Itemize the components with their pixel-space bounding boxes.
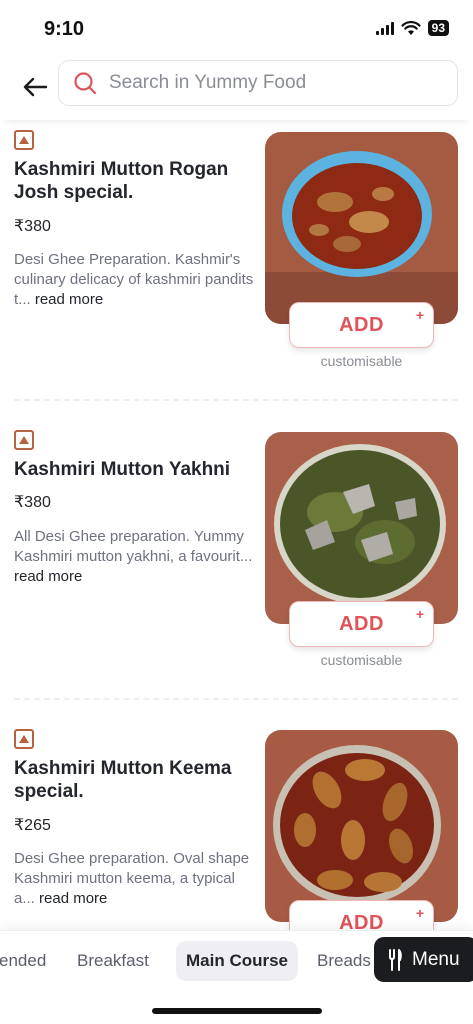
add-label: ADD xyxy=(339,911,384,931)
home-indicator xyxy=(152,1008,322,1014)
wifi-icon xyxy=(401,20,421,35)
search-icon xyxy=(74,72,97,95)
description-text: All Desi Ghee preparation. Yummy Kashmir… xyxy=(14,528,253,565)
item-description: Desi Ghee Preparation. Kashmir's culinar… xyxy=(14,250,254,310)
status-icons: 93 xyxy=(375,20,449,36)
divider xyxy=(14,399,458,401)
tab-breads[interactable]: Breads xyxy=(317,941,371,981)
item-name: Kashmiri Mutton Yakhni xyxy=(14,459,231,480)
item-price: ₹380 xyxy=(14,218,51,235)
tab-main-course[interactable]: Main Course xyxy=(176,941,299,981)
read-more-link[interactable]: read more xyxy=(35,291,103,308)
status-time: 9:10 xyxy=(44,18,85,40)
cutlery-icon xyxy=(389,948,402,971)
customisable-label: customisable xyxy=(320,652,403,668)
item-price: ₹265 xyxy=(14,817,51,834)
plus-icon: + xyxy=(415,307,424,323)
search-input[interactable]: Search in Yummy Food xyxy=(58,60,458,106)
non-veg-icon xyxy=(14,130,34,150)
header: Search in Yummy Food xyxy=(0,56,473,120)
add-label: ADD xyxy=(339,313,384,336)
list-item: Kashmiri Mutton Rogan Josh special. ₹380… xyxy=(0,120,473,420)
food-image xyxy=(265,132,458,324)
tab-breakfast[interactable]: Breakfast xyxy=(77,941,149,981)
add-button[interactable]: ADD + xyxy=(289,601,434,647)
list-item: Kashmiri Mutton Yakhni ₹380 All Desi Ghe… xyxy=(0,420,473,720)
search-placeholder: Search in Yummy Food xyxy=(109,72,307,93)
battery-icon: 93 xyxy=(427,20,449,36)
list-item: Kashmiri Mutton Keema special. ₹265 Desi… xyxy=(0,720,473,930)
read-more-link[interactable]: read more xyxy=(14,568,82,585)
non-veg-icon xyxy=(14,430,34,450)
item-name: Kashmiri Mutton Rogan Josh special. xyxy=(14,159,229,203)
food-image xyxy=(265,730,458,922)
menu-button[interactable]: Menu xyxy=(374,937,473,982)
plus-icon: + xyxy=(415,606,424,622)
back-button[interactable] xyxy=(16,68,54,106)
status-bar: 9:10 93 xyxy=(0,0,473,56)
cellular-signal-icon xyxy=(375,21,394,35)
item-description: All Desi Ghee preparation. Yummy Kashmir… xyxy=(14,527,254,587)
divider xyxy=(14,698,458,700)
read-more-link[interactable]: read more xyxy=(39,890,107,907)
add-label: ADD xyxy=(339,612,384,635)
customisable-label: customisable xyxy=(320,353,403,369)
menu-label: Menu xyxy=(412,948,460,970)
food-image xyxy=(265,432,458,624)
tab-recommended[interactable]: ended xyxy=(0,941,46,981)
non-veg-icon xyxy=(14,729,34,749)
add-button[interactable]: ADD + xyxy=(289,900,434,930)
add-button[interactable]: ADD + xyxy=(289,302,434,348)
item-price: ₹380 xyxy=(14,494,51,511)
arrow-left-icon xyxy=(23,77,47,97)
item-name: Kashmiri Mutton Keema special. xyxy=(14,758,232,802)
plus-icon: + xyxy=(415,905,424,921)
menu-item-list: Kashmiri Mutton Rogan Josh special. ₹380… xyxy=(0,120,473,930)
item-description: Desi Ghee preparation. Oval shape Kashmi… xyxy=(14,849,254,909)
